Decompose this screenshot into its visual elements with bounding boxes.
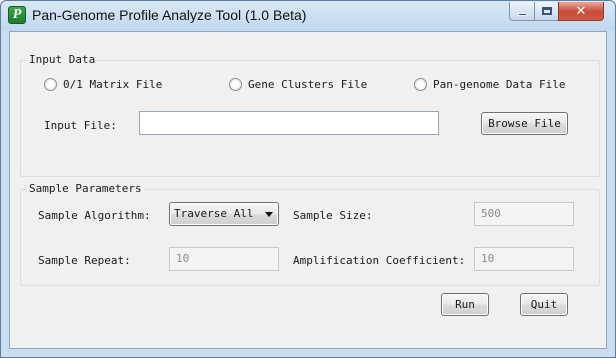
run-button[interactable]: Run: [441, 293, 489, 316]
amplification-coefficient-field[interactable]: 10: [474, 247, 574, 271]
minimize-button[interactable]: [509, 2, 535, 21]
sample-repeat-field[interactable]: 10: [169, 247, 279, 271]
maximize-button[interactable]: [534, 2, 559, 21]
client-area: Input Data 0/1 Matrix File Gene Clusters…: [9, 31, 607, 349]
sample-size-label: Sample Size:: [293, 209, 373, 222]
radio-pan-genome-data-file-label: Pan-genome Data File: [433, 78, 566, 91]
radio-matrix-file[interactable]: 0/1 Matrix File: [44, 78, 162, 91]
quit-button[interactable]: Quit: [520, 293, 568, 316]
close-button[interactable]: ✕: [558, 2, 604, 21]
input-file-field[interactable]: [139, 111, 439, 135]
maximize-icon: [541, 7, 552, 15]
sample-algorithm-selected: Traverse All: [174, 207, 254, 220]
input-file-label: Input File:: [44, 119, 117, 132]
radio-pan-genome-data-file[interactable]: Pan-genome Data File: [414, 78, 565, 91]
app-window: P Pan-Genome Profile Analyze Tool (1.0 B…: [0, 0, 616, 358]
sample-algorithm-select[interactable]: Traverse All: [169, 202, 279, 226]
sample-repeat-label: Sample Repeat:: [38, 254, 131, 267]
radio-gene-clusters-file[interactable]: Gene Clusters File: [229, 78, 367, 91]
sample-algorithm-label: Sample Algorithm:: [38, 209, 151, 222]
close-icon: ✕: [575, 3, 587, 19]
amplification-coefficient-label: Amplification Coefficient:: [293, 254, 466, 267]
radio-circle[interactable]: [229, 78, 242, 91]
app-icon: P: [8, 6, 26, 24]
sample-parameters-group-label: Sample Parameters: [27, 182, 144, 195]
radio-circle[interactable]: [44, 78, 57, 91]
chevron-down-icon[interactable]: [265, 212, 273, 217]
radio-circle[interactable]: [414, 78, 427, 91]
minimize-icon: [517, 12, 527, 16]
window-title: Pan-Genome Profile Analyze Tool (1.0 Bet…: [32, 7, 307, 23]
radio-gene-clusters-file-label: Gene Clusters File: [248, 78, 368, 91]
browse-file-button[interactable]: Browse File: [481, 112, 568, 135]
input-data-group-label: Input Data: [27, 53, 98, 66]
title-bar[interactable]: P Pan-Genome Profile Analyze Tool (1.0 B…: [1, 1, 615, 31]
radio-matrix-file-label: 0/1 Matrix File: [63, 78, 163, 91]
sample-size-field[interactable]: 500: [474, 202, 574, 226]
